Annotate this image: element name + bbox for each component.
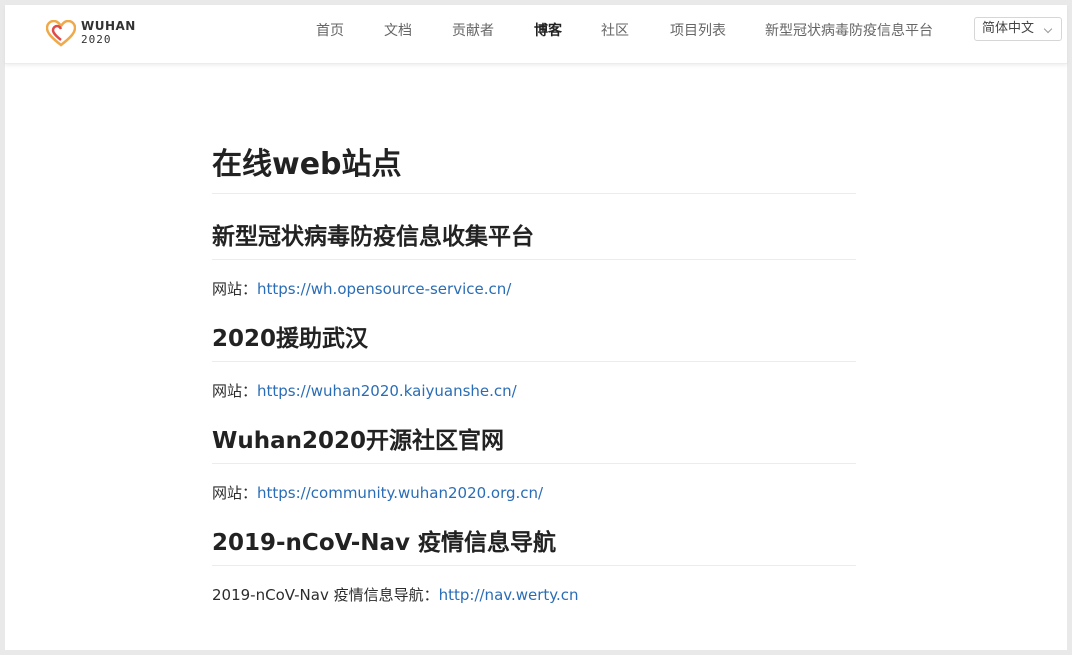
- site-label: 网站：: [212, 280, 258, 298]
- site-section: 2020援助武汉 网站：https://wuhan2020.kaiyuanshe…: [212, 324, 856, 400]
- site-logo[interactable]: WUHAN 2020: [46, 19, 136, 49]
- site-label: 网站：: [212, 484, 258, 502]
- article-content: 在线web站点 新型冠状病毒防疫信息收集平台 网站：https://wh.ope…: [212, 143, 856, 604]
- logo-wordmark: WUHAN: [81, 19, 136, 33]
- nav-item-blog[interactable]: 博客: [534, 22, 562, 40]
- nav-item-projects[interactable]: 项目列表: [670, 22, 726, 40]
- nav-item-epidemic-platform[interactable]: 新型冠状病毒防疫信息平台: [765, 22, 933, 40]
- section-heading: 2020援助武汉: [212, 324, 856, 362]
- site-link[interactable]: https://wuhan2020.kaiyuanshe.cn/: [257, 382, 517, 400]
- site-label: 2019-nCoV-Nav 疫情信息导航：: [212, 586, 439, 604]
- nav-item-home[interactable]: 首页: [316, 22, 344, 40]
- top-navbar: WUHAN 2020 首页 文档 贡献者 博客 社区 项目列表 新型冠状病毒防疫…: [5, 5, 1067, 64]
- section-heading: 2019-nCoV-Nav 疫情信息导航: [212, 528, 856, 566]
- site-section: Wuhan2020开源社区官网 网站：https://community.wuh…: [212, 426, 856, 502]
- nav-item-community[interactable]: 社区: [601, 22, 629, 40]
- nav-item-contributors[interactable]: 贡献者: [452, 22, 494, 40]
- page-frame: WUHAN 2020 首页 文档 贡献者 博客 社区 项目列表 新型冠状病毒防疫…: [5, 5, 1067, 650]
- language-select[interactable]: 简体中文: [974, 17, 1062, 41]
- nav-item-docs[interactable]: 文档: [384, 22, 412, 40]
- site-section: 新型冠状病毒防疫信息收集平台 网站：https://wh.opensource-…: [212, 222, 856, 298]
- site-link[interactable]: https://community.wuhan2020.org.cn/: [257, 484, 543, 502]
- page-title: 在线web站点: [212, 143, 856, 194]
- heart-logo-icon: [46, 20, 76, 47]
- section-heading: 新型冠状病毒防疫信息收集平台: [212, 222, 856, 260]
- site-line: 网站：https://community.wuhan2020.org.cn/: [212, 483, 543, 503]
- site-section: 2019-nCoV-Nav 疫情信息导航 2019-nCoV-Nav 疫情信息导…: [212, 528, 856, 604]
- section-heading: Wuhan2020开源社区官网: [212, 426, 856, 464]
- site-link[interactable]: https://wh.opensource-service.cn/: [257, 280, 511, 298]
- site-line: 2019-nCoV-Nav 疫情信息导航：http://nav.werty.cn: [212, 585, 579, 605]
- logo-year: 2020: [81, 33, 112, 46]
- language-select-value: 简体中文: [982, 21, 1035, 36]
- site-label: 网站：: [212, 382, 258, 400]
- site-line: 网站：https://wuhan2020.kaiyuanshe.cn/: [212, 381, 517, 401]
- chevron-down-icon: [1043, 24, 1053, 34]
- site-link[interactable]: http://nav.werty.cn: [439, 586, 579, 604]
- site-line: 网站：https://wh.opensource-service.cn/: [212, 279, 511, 299]
